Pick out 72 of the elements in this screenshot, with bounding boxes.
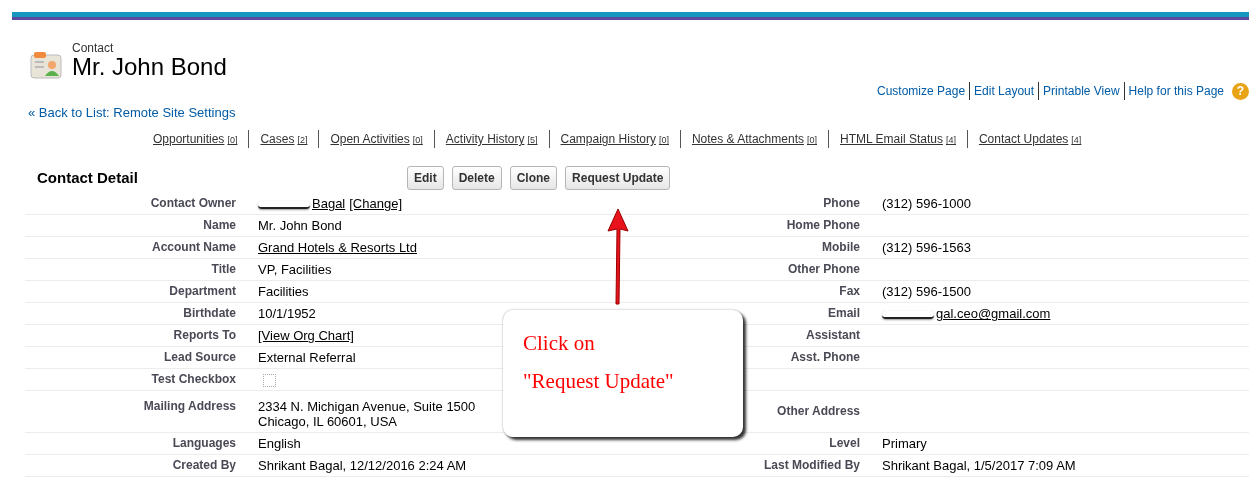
- page-link[interactable]: Customize Page: [873, 82, 970, 101]
- field-value: Shrikant Bagal, 1/5/2017 7:09 AM: [882, 458, 1076, 474]
- field-value: (312) 596-1563: [882, 240, 971, 256]
- section-title: Contact Detail: [37, 168, 139, 189]
- related-list-link[interactable]: Contact Updates: [978, 132, 1069, 147]
- field-label: Name: [203, 218, 236, 233]
- field-label: Other Address: [777, 404, 860, 419]
- action-button[interactable]: Delete: [451, 166, 502, 191]
- record-count: [4]: [1071, 135, 1082, 146]
- field-value: (312) 596-1500: [882, 284, 971, 300]
- field-link[interactable]: gal.ceo@gmail.com: [936, 306, 1051, 322]
- related-list-link[interactable]: HTML Email Status: [840, 132, 943, 147]
- field-value: Mr. John Bond: [258, 218, 342, 234]
- page-link[interactable]: Edit Layout: [969, 82, 1039, 101]
- field-label: Contact Owner: [150, 196, 236, 211]
- contact-card-icon: [30, 50, 64, 81]
- field-label: Title: [211, 262, 236, 277]
- back-to-list-link[interactable]: « Back to List: Remote Site Settings: [28, 103, 236, 123]
- field-value: 10/1/1952: [258, 306, 316, 322]
- field-value: English: [258, 436, 301, 452]
- address-value: 2334 N. Michigan Avenue, Suite 1500 Chicago, IL 60601, USA: [258, 399, 477, 430]
- record-count: [2]: [297, 135, 308, 146]
- field-label: Test Checkbox: [151, 372, 236, 387]
- callout-text: "Request Update": [523, 368, 675, 395]
- record-count: [0]: [806, 135, 817, 146]
- object-type-label: Contact: [72, 42, 115, 54]
- field-value: Primary: [882, 436, 927, 452]
- field-label: Home Phone: [786, 218, 860, 233]
- record-count: [0]: [412, 135, 423, 146]
- field-label: Birthdate: [183, 306, 236, 321]
- field-label: Reports To: [173, 328, 236, 343]
- field-value: Facilities: [258, 284, 309, 300]
- field-label: Assistant: [805, 328, 860, 343]
- field-label: Asst. Phone: [790, 350, 860, 365]
- field-value: Shrikant Bagal, 12/12/2016 2:24 AM: [258, 458, 467, 474]
- field-label: Lead Source: [163, 350, 236, 365]
- field-label: Mailing Address: [143, 399, 236, 414]
- record-title: Mr. John Bond: [72, 54, 227, 81]
- related-list-link[interactable]: Campaign History: [560, 132, 656, 147]
- record-count: [0]: [658, 135, 669, 146]
- field-label: Last Modified By: [764, 458, 860, 473]
- related-list-link[interactable]: Activity History: [445, 132, 525, 147]
- record-count: [4]: [945, 135, 956, 146]
- field-link[interactable]: [Change]: [349, 196, 402, 212]
- field-label: Mobile: [822, 240, 860, 255]
- field-link[interactable]: Grand Hotels & Resorts Ltd: [258, 240, 417, 256]
- field-label: Department: [169, 284, 236, 299]
- record-count: [0]: [227, 135, 238, 146]
- field-label: Fax: [839, 284, 860, 299]
- field-value: External Referral: [258, 350, 356, 366]
- field-label: Email: [828, 306, 860, 321]
- field-label: Account Name: [151, 240, 236, 255]
- field-value: (312) 596-1000: [882, 196, 971, 212]
- page-link[interactable]: Help for this Page: [1123, 82, 1228, 101]
- related-list-link[interactable]: Notes & Attachments: [691, 132, 804, 147]
- field-label: Level: [829, 436, 860, 451]
- field-link[interactable]: [View Org Chart]: [258, 328, 354, 344]
- field-value: VP, Facilities: [258, 262, 332, 278]
- field-label: Other Phone: [788, 262, 860, 277]
- record-count: [5]: [527, 135, 538, 146]
- field-label: Created By: [172, 458, 236, 473]
- action-button[interactable]: Clone: [509, 166, 558, 191]
- field-label: Languages: [172, 436, 236, 451]
- page-link[interactable]: Printable View: [1038, 82, 1124, 101]
- related-list-link[interactable]: Opportunities: [153, 132, 225, 147]
- field-link[interactable]: Bagal: [312, 196, 346, 212]
- related-list-link[interactable]: Open Activities: [330, 132, 410, 147]
- action-button[interactable]: Request Update: [565, 166, 671, 191]
- related-list-link[interactable]: Cases: [260, 132, 295, 147]
- callout-text: Click on: [523, 330, 596, 357]
- action-button[interactable]: Edit: [407, 166, 444, 191]
- field-label: Phone: [823, 196, 860, 211]
